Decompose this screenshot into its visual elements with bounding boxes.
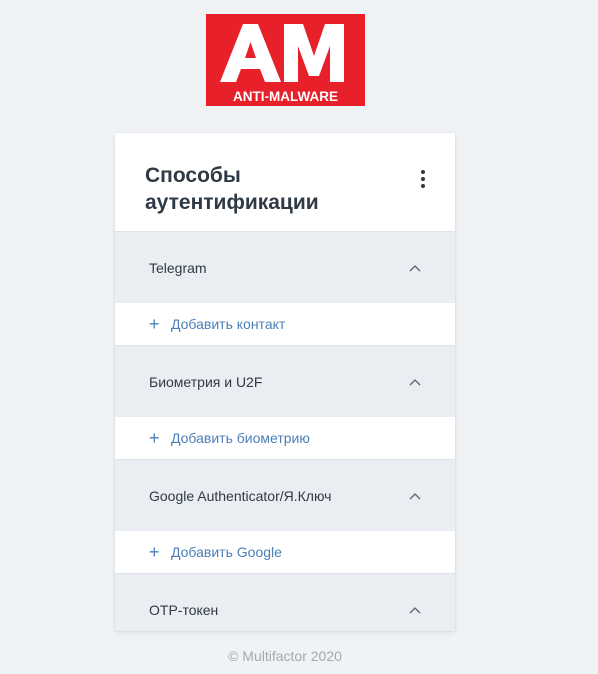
section-label: OTP-токен	[149, 601, 219, 618]
plus-icon: +	[149, 428, 160, 448]
chevron-up-icon	[409, 378, 421, 385]
kebab-menu-icon[interactable]	[413, 167, 433, 191]
add-contact-label: Добавить контакт	[171, 316, 286, 332]
section-otp-token[interactable]: OTP-токен	[115, 573, 455, 631]
chevron-up-icon	[409, 606, 421, 613]
add-biometrics-button[interactable]: + Добавить биометрию	[115, 417, 455, 459]
logo-subtitle: ANTI-MALWARE	[233, 89, 338, 104]
chevron-up-icon	[409, 264, 421, 271]
footer-copyright: © Multifactor 2020	[228, 648, 342, 664]
section-biometrics[interactable]: Биометрия и U2F	[115, 345, 455, 417]
section-label: Telegram	[149, 259, 207, 276]
add-google-label: Добавить Google	[171, 544, 282, 560]
anti-malware-logo: ANTI-MALWARE	[206, 14, 365, 106]
section-label: Google Authenticator/Я.Ключ	[149, 487, 332, 504]
section-label: Биометрия и U2F	[149, 373, 263, 390]
auth-methods-card: Способы аутентификации Telegram + Добави…	[115, 133, 455, 631]
add-contact-button[interactable]: + Добавить контакт	[115, 303, 455, 345]
add-google-button[interactable]: + Добавить Google	[115, 531, 455, 573]
plus-icon: +	[149, 542, 160, 562]
card-header: Способы аутентификации	[115, 133, 455, 231]
section-telegram[interactable]: Telegram	[115, 231, 455, 303]
section-google-authenticator[interactable]: Google Authenticator/Я.Ключ	[115, 459, 455, 531]
card-title: Способы аутентификации	[145, 164, 319, 214]
chevron-up-icon	[409, 492, 421, 499]
plus-icon: +	[149, 314, 160, 334]
add-biometrics-label: Добавить биометрию	[171, 430, 310, 446]
